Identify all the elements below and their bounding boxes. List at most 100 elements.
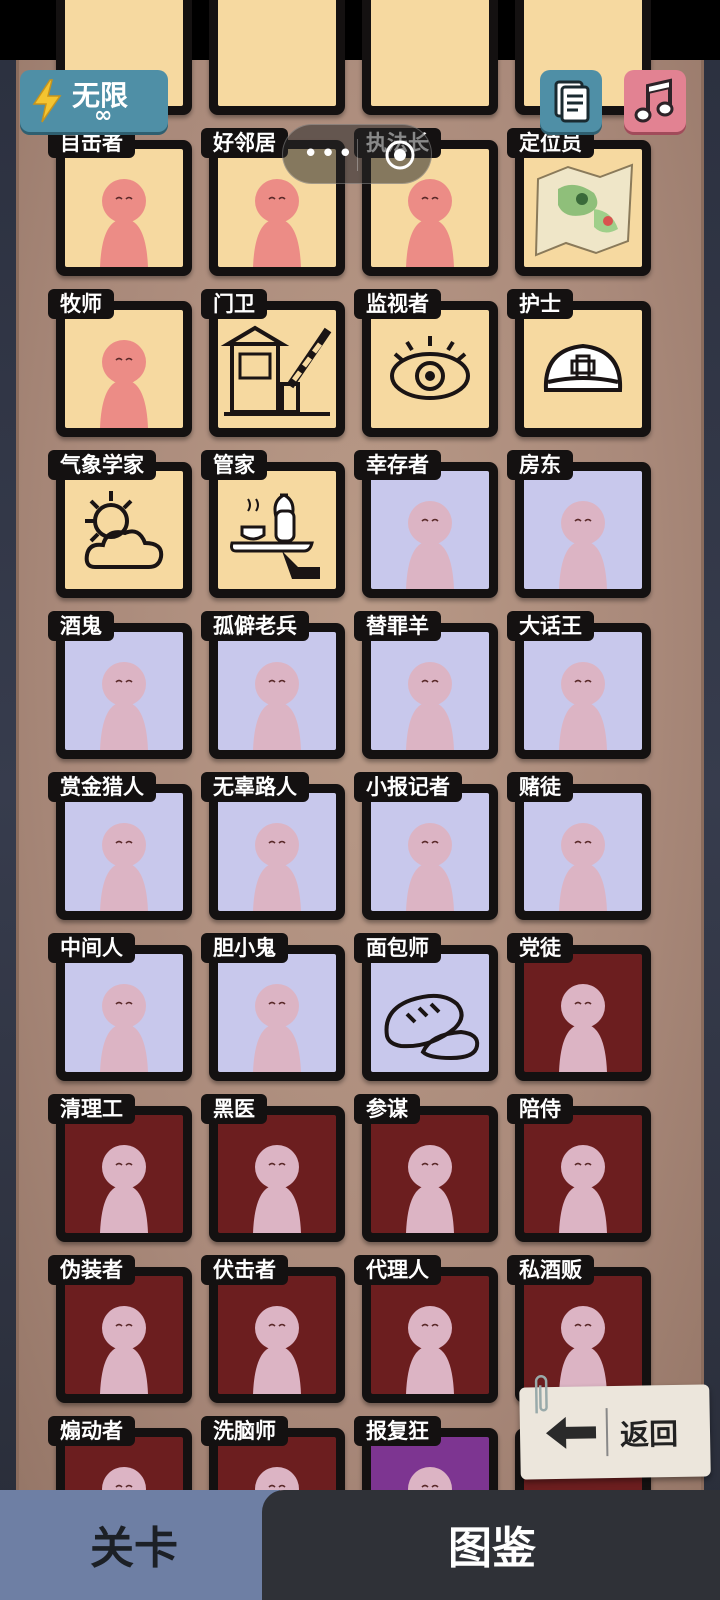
character-card[interactable]: 赌徒 xyxy=(507,772,651,920)
card-label: 酒鬼 xyxy=(48,611,114,641)
card-frame xyxy=(209,623,345,759)
card-label: 面包师 xyxy=(354,933,441,963)
card-label: 赏金猎人 xyxy=(48,772,156,802)
card-label: 好邻居 xyxy=(201,128,288,158)
card-frame xyxy=(209,1106,345,1242)
close-target-icon[interactable] xyxy=(383,138,417,172)
gambler-coins-figure xyxy=(524,793,642,911)
character-card[interactable]: 伏击者 xyxy=(201,1255,345,1403)
card-label: 煽动者 xyxy=(48,1416,135,1446)
advisor-bulb-figure xyxy=(371,1115,489,1233)
card-frame xyxy=(56,1267,192,1403)
character-card[interactable]: 门卫 xyxy=(201,289,345,437)
character-card[interactable]: 清理工 xyxy=(48,1094,192,1242)
survivor-figure xyxy=(371,471,489,589)
card-label: 目击者 xyxy=(48,128,135,158)
character-card[interactable]: 陪侍 xyxy=(507,1094,651,1242)
character-card[interactable]: 孤僻老兵 xyxy=(201,611,345,759)
bread-icon xyxy=(371,954,489,1072)
music-note-icon xyxy=(634,78,674,123)
scapegoat-ram-figure xyxy=(371,632,489,750)
lightning-icon xyxy=(32,79,62,123)
card-label: 房东 xyxy=(507,450,573,480)
card-frame xyxy=(515,301,651,437)
card-label: 定位员 xyxy=(507,128,594,158)
character-card[interactable]: 代理人 xyxy=(354,1255,498,1403)
card-label: 门卫 xyxy=(201,289,267,319)
character-card-partial[interactable] xyxy=(362,0,498,115)
card-label: 黑医 xyxy=(201,1094,267,1124)
card-label: 伏击者 xyxy=(201,1255,288,1285)
card-art xyxy=(371,0,489,106)
card-label: 管家 xyxy=(201,450,267,480)
card-label: 大话王 xyxy=(507,611,594,641)
card-label: 报复狂 xyxy=(354,1416,441,1446)
character-card[interactable]: 替罪羊 xyxy=(354,611,498,759)
card-frame xyxy=(362,0,498,115)
more-dots-icon[interactable]: ••• xyxy=(303,139,355,169)
character-card[interactable]: 小报记者 xyxy=(354,772,498,920)
character-card[interactable]: 定位员 xyxy=(507,128,651,276)
card-frame xyxy=(515,623,651,759)
card-frame xyxy=(362,623,498,759)
character-card-partial[interactable] xyxy=(209,0,345,115)
card-label: 党徒 xyxy=(507,933,573,963)
document-icon xyxy=(554,80,590,123)
bounty-hunter-portrait xyxy=(65,793,183,911)
card-label: 胆小鬼 xyxy=(201,933,288,963)
card-label: 代理人 xyxy=(354,1255,441,1285)
character-card[interactable]: 监视者 xyxy=(354,289,498,437)
character-card[interactable]: 伪装者 xyxy=(48,1255,192,1403)
drunkard-portrait xyxy=(65,632,183,750)
codex-grid: 目击者 好邻居 执法长 定位员 牧师 门卫 监视者 护士 气象 xyxy=(0,0,720,1520)
partisan-portrait xyxy=(524,954,642,1072)
witness-window-figure xyxy=(65,149,183,267)
tab-levels[interactable]: 关卡 xyxy=(0,1490,280,1600)
character-card[interactable]: 气象学家 xyxy=(48,450,192,598)
agent-portrait xyxy=(371,1276,489,1394)
disguiser-mask-figure xyxy=(65,1276,183,1394)
card-label: 替罪羊 xyxy=(354,611,441,641)
card-frame xyxy=(209,784,345,920)
card-frame xyxy=(362,784,498,920)
eye-icon xyxy=(371,310,489,428)
character-card[interactable]: 护士 xyxy=(507,289,651,437)
card-frame xyxy=(209,945,345,1081)
card-frame xyxy=(56,140,192,276)
card-frame xyxy=(56,462,192,598)
character-card[interactable]: 酒鬼 xyxy=(48,611,192,759)
music-button[interactable] xyxy=(624,70,686,132)
character-card[interactable]: 牧师 xyxy=(48,289,192,437)
character-card[interactable]: 中间人 xyxy=(48,933,192,1081)
character-card[interactable]: 党徒 xyxy=(507,933,651,1081)
card-frame xyxy=(209,301,345,437)
back-button[interactable]: 返回 xyxy=(519,1375,711,1480)
character-card[interactable]: 黑医 xyxy=(201,1094,345,1242)
tab-codex[interactable]: 图鉴 xyxy=(262,1490,720,1600)
card-art xyxy=(218,0,336,106)
card-frame xyxy=(515,462,651,598)
card-label: 洗脑师 xyxy=(201,1416,288,1446)
liar-portrait xyxy=(524,632,642,750)
character-card[interactable]: 幸存者 xyxy=(354,450,498,598)
character-card[interactable]: 无辜路人 xyxy=(201,772,345,920)
character-card[interactable]: 面包师 xyxy=(354,933,498,1081)
character-card[interactable]: 赏金猎人 xyxy=(48,772,192,920)
bystander-guns-figure xyxy=(218,793,336,911)
character-card[interactable]: 参谋 xyxy=(354,1094,498,1242)
card-label: 小报记者 xyxy=(354,772,462,802)
character-card[interactable]: 目击者 xyxy=(48,128,192,276)
card-frame xyxy=(56,1106,192,1242)
character-card[interactable]: 管家 xyxy=(201,450,345,598)
card-label: 护士 xyxy=(507,289,573,319)
card-label: 赌徒 xyxy=(507,772,573,802)
character-card[interactable]: 房东 xyxy=(507,450,651,598)
document-button[interactable] xyxy=(540,70,602,132)
character-card[interactable]: 大话王 xyxy=(507,611,651,759)
character-card[interactable]: 胆小鬼 xyxy=(201,933,345,1081)
card-label: 清理工 xyxy=(48,1094,135,1124)
back-divider xyxy=(605,1408,609,1457)
landlord-keys-figure xyxy=(524,471,642,589)
middleman-portrait xyxy=(65,954,183,1072)
card-label: 孤僻老兵 xyxy=(201,611,309,641)
